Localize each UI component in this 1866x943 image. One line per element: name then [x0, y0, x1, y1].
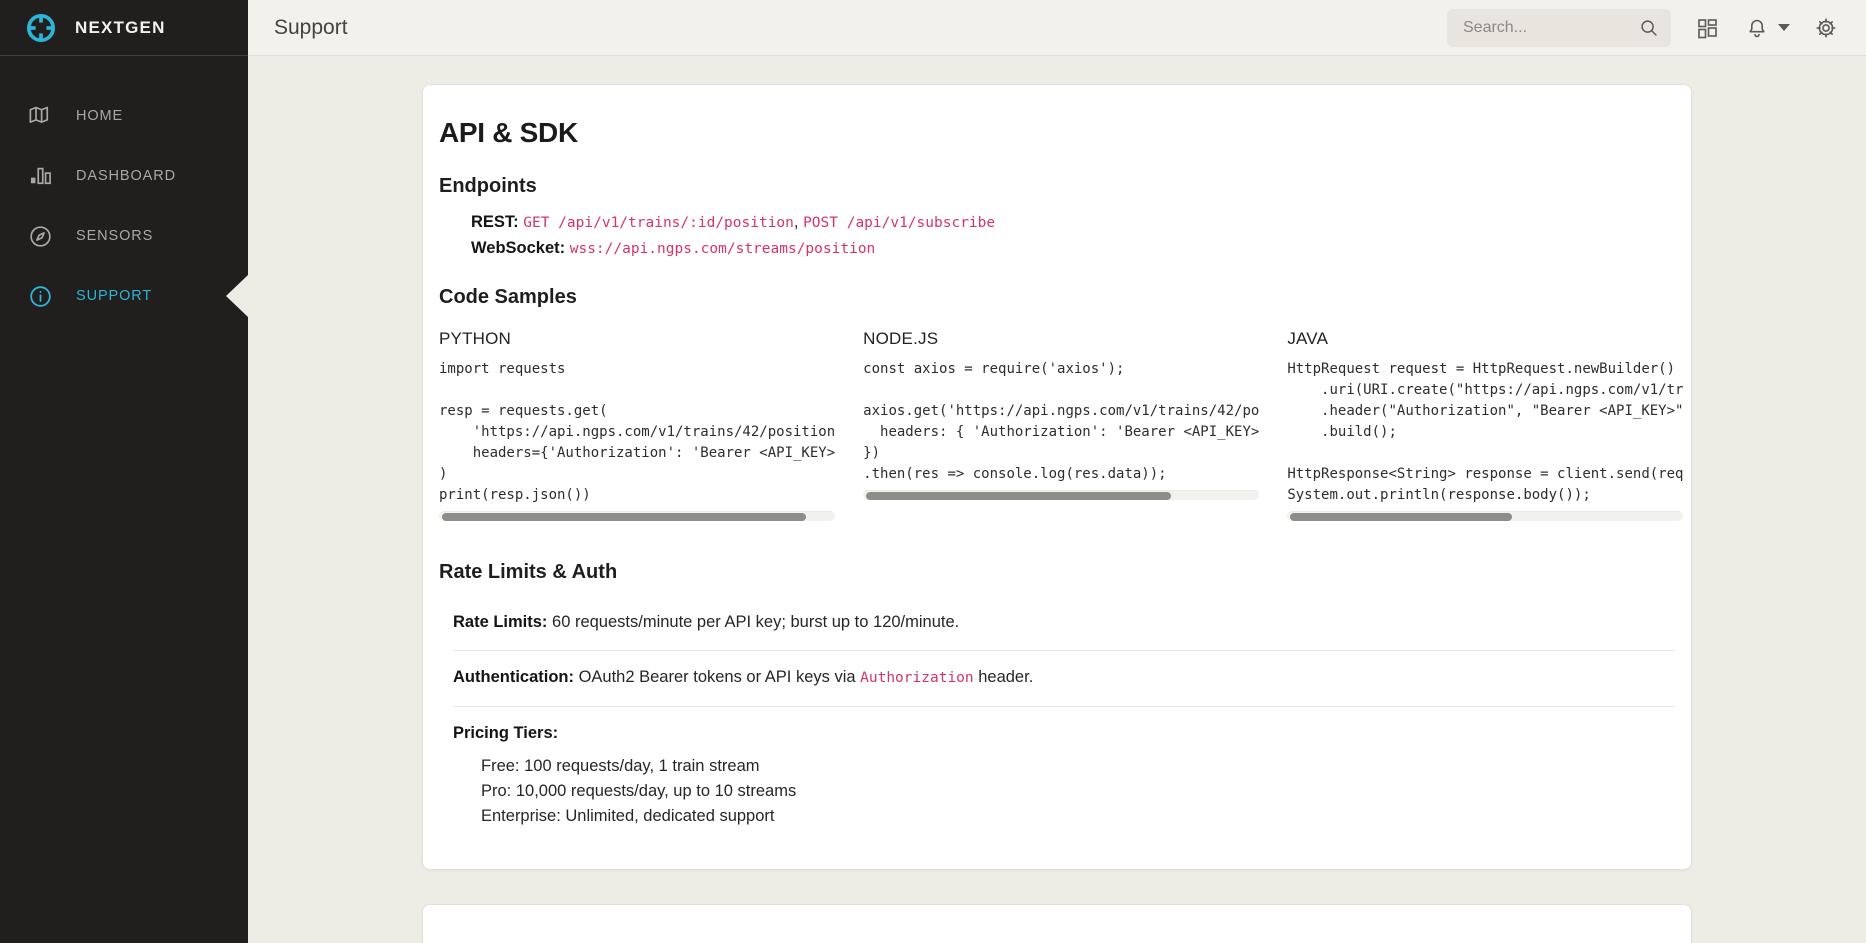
info-icon: [27, 283, 54, 310]
rest-label: REST:: [471, 213, 519, 231]
page-title: Support: [274, 16, 348, 40]
rate-limits-heading: Rate Limits & Auth: [439, 561, 1675, 584]
horizontal-scrollbar[interactable]: [863, 490, 1259, 500]
api-sdk-card: API & SDK Endpoints REST: GET /api/v1/tr…: [422, 84, 1692, 870]
notifications-control: [1743, 14, 1790, 42]
code-sample-python: PYTHON import requests resp = requests.g…: [439, 321, 835, 521]
pricing-tiers-label: Pricing Tiers:: [453, 724, 558, 742]
topbar: Support: [248, 0, 1866, 56]
code-sample-nodejs: NODE.JS const axios = require('axios'); …: [863, 321, 1259, 521]
nextgen-logo-icon: [24, 11, 58, 45]
tier-enterprise: Enterprise: Unlimited, dedicated support: [481, 804, 1675, 829]
websocket-label: WebSocket:: [471, 239, 565, 257]
endpoints-heading: Endpoints: [439, 175, 1675, 198]
sidebar: NEXTGEN HOME DASHBOARD: [0, 0, 248, 943]
sidebar-item-support[interactable]: SUPPORT: [0, 266, 248, 326]
horizontal-scrollbar[interactable]: [439, 511, 835, 521]
search-icon[interactable]: [1635, 14, 1663, 42]
websocket-endpoint-line: WebSocket: wss://api.ngps.com/streams/po…: [471, 236, 1675, 262]
sidebar-nav: HOME DASHBOARD SENSORS: [0, 56, 248, 326]
scrollbar-thumb[interactable]: [442, 513, 806, 521]
code-block[interactable]: import requests resp = requests.get( 'ht…: [439, 359, 835, 506]
brand-name: NEXTGEN: [75, 18, 166, 38]
tier-free: Free: 100 requests/day, 1 train stream: [481, 754, 1675, 779]
search-input[interactable]: [1461, 18, 1635, 38]
brand: NEXTGEN: [0, 0, 248, 56]
search-box[interactable]: [1447, 9, 1671, 47]
gear-icon[interactable]: [1812, 14, 1840, 42]
sample-lang-label: JAVA: [1287, 329, 1683, 349]
topbar-actions: [1447, 9, 1840, 47]
code-block[interactable]: const axios = require('axios'); axios.ge…: [863, 359, 1259, 485]
sample-lang-label: PYTHON: [439, 329, 835, 349]
documentation-title: Documentation: [439, 939, 1675, 943]
code-sample-java: JAVA HttpRequest request = HttpRequest.n…: [1287, 321, 1683, 521]
chevron-down-icon[interactable]: [1778, 24, 1790, 31]
code-block[interactable]: HttpRequest request = HttpRequest.newBui…: [1287, 359, 1683, 506]
content-area: API & SDK Endpoints REST: GET /api/v1/tr…: [248, 56, 1866, 943]
sidebar-item-dashboard[interactable]: DASHBOARD: [0, 146, 248, 206]
bell-icon[interactable]: [1743, 14, 1771, 42]
sidebar-item-label: SUPPORT: [76, 288, 152, 304]
authentication-row: Authentication: OAuth2 Bearer tokens or …: [453, 651, 1675, 707]
bar-chart-icon: [27, 163, 54, 190]
active-item-notch: [226, 275, 248, 317]
code-samples-grid: PYTHON import requests resp = requests.g…: [439, 321, 1675, 521]
sidebar-item-label: SENSORS: [76, 228, 153, 244]
rest-get-endpoint: GET /api/v1/trains/:id/position: [523, 215, 794, 231]
scrollbar-thumb[interactable]: [1290, 513, 1512, 521]
rest-post-endpoint: POST /api/v1/subscribe: [803, 215, 995, 231]
scrollbar-thumb[interactable]: [866, 492, 1171, 500]
horizontal-scrollbar[interactable]: [1287, 511, 1683, 521]
sample-lang-label: NODE.JS: [863, 329, 1259, 349]
main-area: Support: [248, 0, 1866, 943]
grid-icon[interactable]: [1693, 14, 1721, 42]
authentication-label: Authentication:: [453, 668, 574, 686]
sidebar-item-label: DASHBOARD: [76, 168, 176, 184]
endpoint-separator: ,: [794, 213, 803, 231]
rest-endpoint-line: REST: GET /api/v1/trains/:id/position, P…: [471, 210, 1675, 236]
sidebar-item-home[interactable]: HOME: [0, 86, 248, 146]
rate-limits-row: Rate Limits: 60 requests/minute per API …: [453, 596, 1675, 651]
tier-pro: Pro: 10,000 requests/day, up to 10 strea…: [481, 779, 1675, 804]
authentication-text-after: header.: [974, 668, 1034, 686]
rate-limits-block: Rate Limits: 60 requests/minute per API …: [453, 596, 1675, 845]
websocket-endpoint: wss://api.ngps.com/streams/position: [570, 241, 876, 257]
rate-limits-label: Rate Limits:: [453, 613, 547, 631]
rate-limits-text: 60 requests/minute per API key; burst up…: [547, 613, 959, 631]
pricing-tiers-list: Free: 100 requests/day, 1 train stream P…: [481, 754, 1675, 829]
map-icon: [27, 103, 54, 130]
sidebar-item-label: HOME: [76, 108, 123, 124]
endpoints-block: REST: GET /api/v1/trains/:id/position, P…: [471, 210, 1675, 262]
authentication-text-before: OAuth2 Bearer tokens or API keys via: [574, 668, 860, 686]
api-card-title: API & SDK: [439, 117, 1675, 149]
authorization-code: Authorization: [860, 670, 974, 686]
pricing-tiers-row: Pricing Tiers: Free: 100 requests/day, 1…: [453, 707, 1675, 845]
sidebar-item-sensors[interactable]: SENSORS: [0, 206, 248, 266]
compass-icon: [27, 223, 54, 250]
documentation-card: Documentation Onboarding Guide System Re…: [422, 904, 1692, 943]
code-samples-heading: Code Samples: [439, 286, 1675, 309]
